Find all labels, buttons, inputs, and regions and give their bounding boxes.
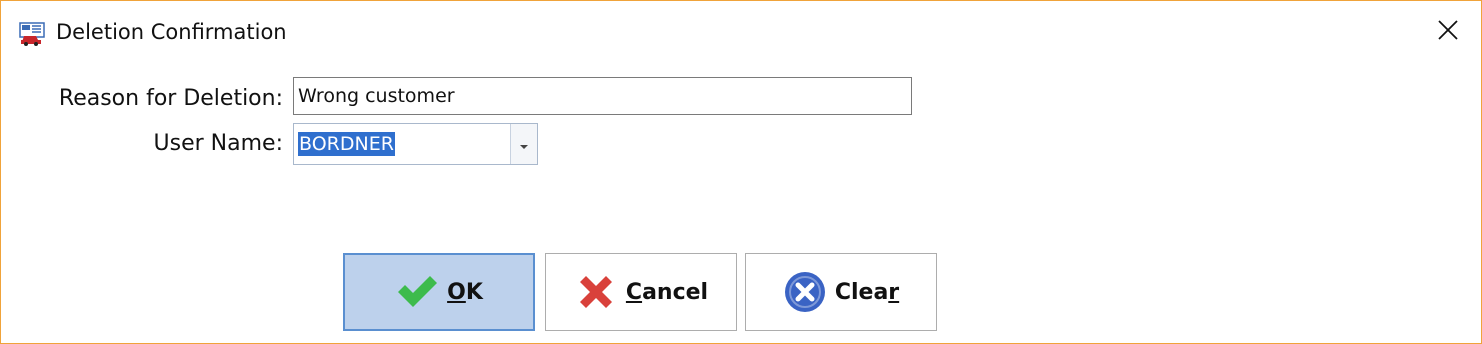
chevron-down-icon (519, 135, 529, 154)
x-mark-icon (574, 270, 618, 314)
reason-label: Reason for Deletion: (58, 86, 283, 111)
user-name-value: BORDNER (298, 132, 395, 156)
user-name-label: User Name: (153, 131, 283, 156)
dropdown-button[interactable] (510, 124, 537, 164)
cancel-button[interactable]: Cancel (545, 253, 737, 331)
window-title: Deletion Confirmation (56, 20, 287, 44)
ok-button[interactable]: OK (343, 253, 535, 331)
close-icon (1438, 20, 1458, 44)
circle-x-icon (783, 270, 827, 314)
car-form-icon (19, 22, 45, 46)
checkmark-icon (395, 270, 439, 314)
title-bar: Deletion Confirmation (1, 1, 1481, 65)
ok-label: OK (447, 279, 483, 305)
user-name-select[interactable]: BORDNER (293, 123, 538, 165)
cancel-label: Cancel (625, 279, 709, 305)
clear-button[interactable]: Clear (745, 253, 937, 331)
clear-label: Clear (834, 279, 900, 305)
deletion-confirmation-dialog: Deletion Confirmation Reason for Deletio… (0, 0, 1482, 344)
close-button[interactable] (1429, 13, 1467, 51)
reason-input[interactable] (293, 77, 912, 115)
